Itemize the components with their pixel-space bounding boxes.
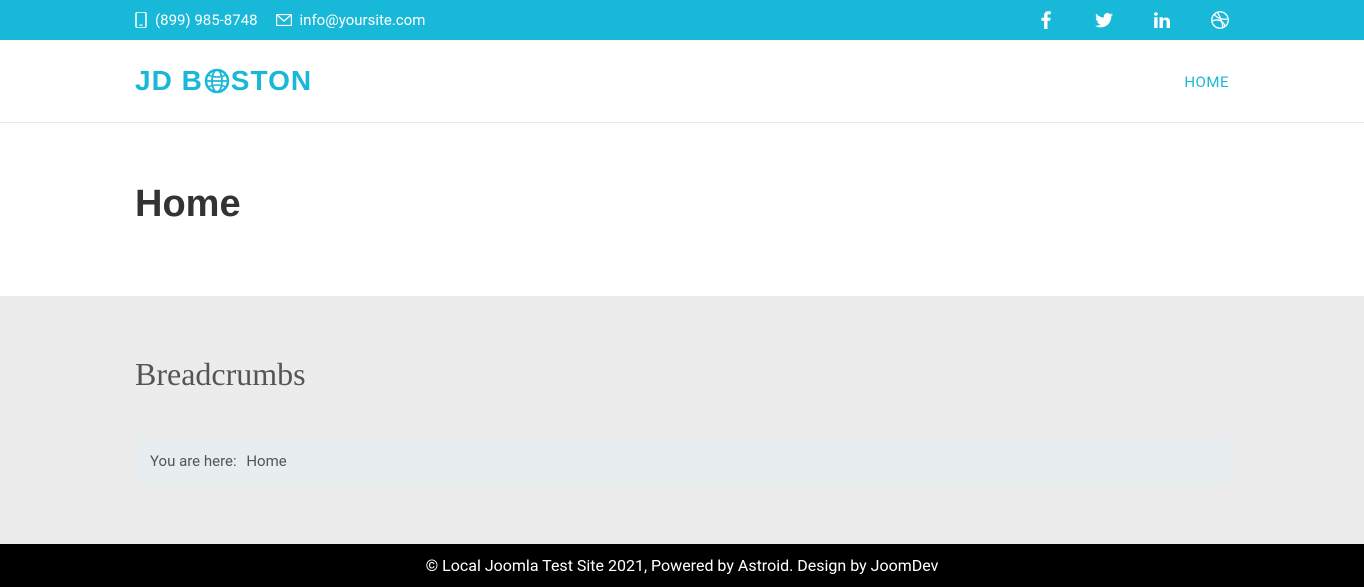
logo-text-2: STON [231,65,312,97]
mobile-icon [135,12,147,28]
phone-contact[interactable]: (899) 985-8748 [135,11,258,29]
topbar-social [1037,11,1229,29]
phone-text: (899) 985-8748 [155,11,258,29]
footer-link-joomdev[interactable]: JoomDev [871,556,939,575]
footer-text-prefix: © Local Joomla Test Site 2021, Powered b… [426,556,738,575]
topbar: (899) 985-8748 info@yoursite.com [0,0,1364,40]
header: JD B STON HOME [0,40,1364,123]
breadcrumb-label: You are here: [150,452,237,470]
dribbble-icon[interactable] [1211,11,1229,29]
breadcrumb-current: Home [246,452,286,470]
page-title: Home [135,183,1229,226]
email-text: info@yoursite.com [300,11,426,29]
site-logo[interactable]: JD B STON [135,65,312,97]
globe-icon [204,68,230,94]
linkedin-icon[interactable] [1153,11,1171,29]
email-contact[interactable]: info@yoursite.com [276,11,426,29]
facebook-icon[interactable] [1037,11,1055,29]
breadcrumb-bar: You are here: Home [135,438,1229,484]
footer-link-astroid[interactable]: Astroid [738,556,789,575]
nav-home[interactable]: HOME [1184,73,1229,91]
main-nav: HOME [1184,72,1229,91]
logo-text-1: JD B [135,65,203,97]
twitter-icon[interactable] [1095,11,1113,29]
envelope-icon [276,14,292,26]
footer-text-mid: . Design by [789,556,871,575]
footer: © Local Joomla Test Site 2021, Powered b… [0,544,1364,587]
breadcrumb-section: Breadcrumbs You are here: Home [0,296,1364,544]
main-content: Home [0,123,1364,296]
topbar-contact: (899) 985-8748 info@yoursite.com [135,11,425,29]
breadcrumb-heading: Breadcrumbs [135,356,1229,393]
